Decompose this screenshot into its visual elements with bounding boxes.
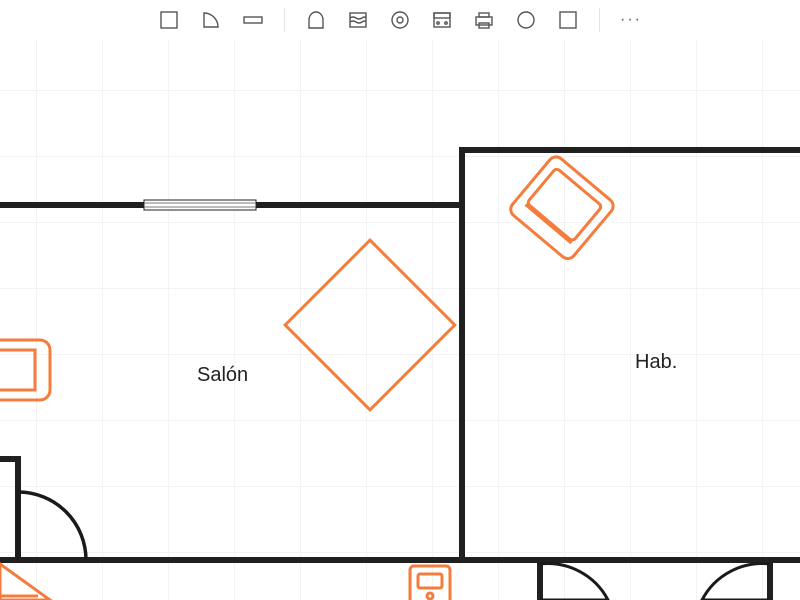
toolbar-separator (284, 8, 285, 32)
tool-wave-rect-icon[interactable] (347, 9, 369, 31)
armchair-icon (508, 154, 617, 262)
tool-printer-icon[interactable] (473, 9, 495, 31)
tool-window-box-icon[interactable] (431, 9, 453, 31)
room-label-salon: Salón (197, 364, 248, 387)
floorplan-svg (0, 40, 800, 600)
toolbar-more-icon[interactable]: ··· (620, 11, 642, 29)
walls (0, 150, 800, 600)
tool-arch-icon[interactable] (305, 9, 327, 31)
sofa-left-icon (0, 340, 50, 400)
toolbar-separator-2 (599, 8, 600, 32)
wall-window (144, 200, 256, 210)
tool-quarter-icon[interactable] (200, 9, 222, 31)
tool-flat-rect-icon[interactable] (242, 9, 264, 31)
table-icon (285, 240, 455, 410)
tool-target-icon[interactable] (389, 9, 411, 31)
top-toolbar: ··· (0, 0, 800, 40)
tool-circle-icon[interactable] (515, 9, 537, 31)
tool-square-icon[interactable] (158, 9, 180, 31)
doors (18, 492, 770, 600)
room-label-hab: Hab. (635, 351, 677, 374)
floorplan-canvas[interactable]: Salón Hab. (0, 40, 800, 600)
corner-triangle-icon (0, 564, 50, 600)
furniture (0, 154, 616, 600)
tool-square2-icon[interactable] (557, 9, 579, 31)
appliance-icon (410, 566, 450, 600)
